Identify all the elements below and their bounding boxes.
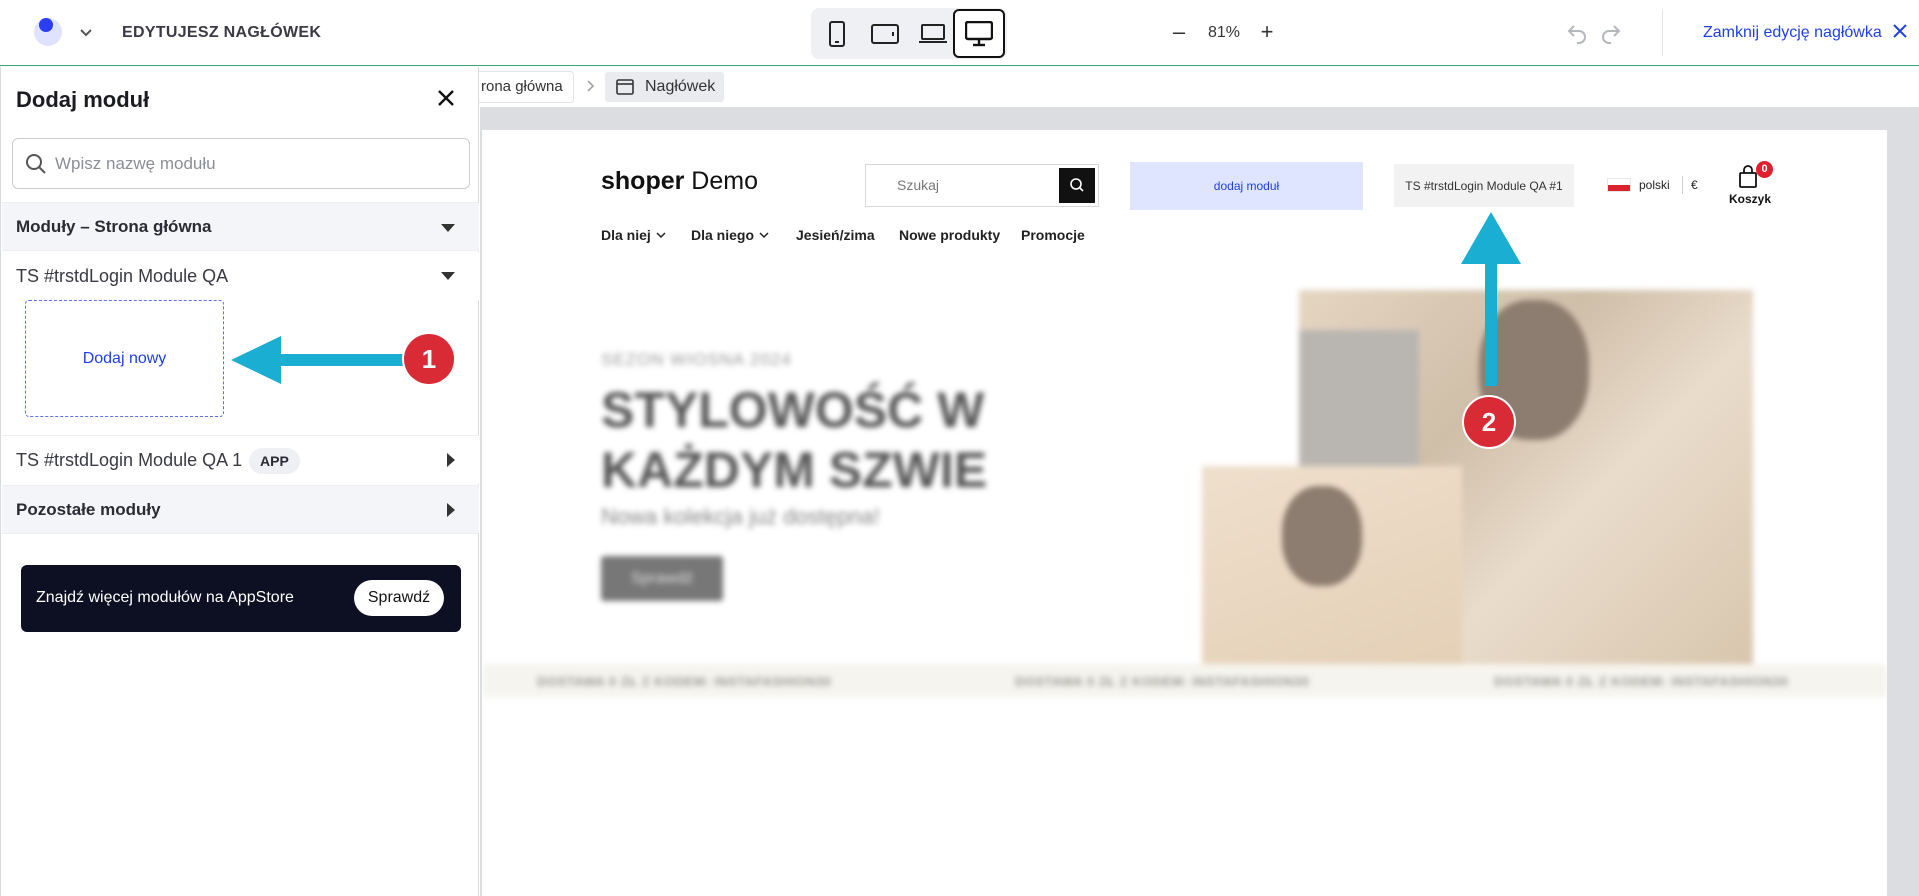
nav-item-jesien-zima[interactable]: Jesień/zima <box>796 227 875 243</box>
hero-button[interactable]: Sprawdź <box>601 556 723 601</box>
annotation-arrow-up-icon <box>1461 212 1521 386</box>
add-new-module-button[interactable]: Dodaj nowy <box>25 300 224 417</box>
mobile-view-button[interactable] <box>815 12 859 55</box>
hero-title: STYLOWOŚĆ W KAŻDYM SZWIE <box>601 382 988 498</box>
breadcrumb: rona główna Nagłówek <box>479 67 1919 107</box>
editor-canvas: shoper Demo Szukaj dodaj moduł TS #trstd… <box>480 107 1919 896</box>
app-badge: APP <box>249 448 300 474</box>
nav-item-promocje[interactable]: Promocje <box>1021 227 1085 243</box>
currency-selector[interactable]: € <box>1691 178 1698 192</box>
group-label: Moduły – Strona główna <box>16 217 212 236</box>
caret-down-icon <box>441 272 455 280</box>
zoom-level: 81% <box>1208 24 1241 41</box>
caret-down-icon <box>441 224 455 232</box>
chevron-down-icon[interactable] <box>78 24 94 40</box>
ticker-text: DOSTAWA 0 ZŁ Z KODEM: INSTAFASHION30 <box>1494 674 1789 689</box>
chevron-down-icon <box>656 232 666 239</box>
ticker-text: DOSTAWA 0 ZŁ Z KODEM: INSTAFASHION30 <box>537 674 832 689</box>
zoom-in-button[interactable]: + <box>1256 20 1278 44</box>
add-new-label: Dodaj nowy <box>82 349 167 367</box>
annotation-step-2: 2 <box>1464 397 1514 447</box>
caret-right-icon <box>447 453 455 467</box>
store-search-placeholder: Szukaj <box>897 177 940 193</box>
add-module-sidebar: Dodaj moduł Moduły – Strona główna TS #t… <box>0 67 479 896</box>
close-icon[interactable] <box>1891 22 1909 40</box>
appstore-check-button[interactable]: Sprawdź <box>354 580 444 616</box>
desktop-view-button[interactable] <box>953 9 1005 58</box>
hero-image-secondary <box>1202 466 1462 678</box>
caret-right-icon <box>447 503 455 517</box>
language-selector[interactable]: polski <box>1639 178 1670 192</box>
laptop-icon <box>919 23 947 43</box>
cart-count-badge: 0 <box>1756 161 1773 178</box>
divider <box>1662 10 1663 56</box>
annotation-step-1: 1 <box>404 334 454 384</box>
tablet-view-button[interactable] <box>863 12 907 55</box>
zoom-out-button[interactable]: – <box>1168 20 1190 44</box>
device-switcher <box>811 8 1007 59</box>
chevron-right-icon <box>587 80 595 92</box>
breadcrumb-current-label: Nagłówek <box>645 78 716 95</box>
hero-subtitle: Nowa kolekcja już dostępna! <box>601 504 880 529</box>
module-label: TS #trstdLogin Module QA 1 <box>16 450 243 470</box>
nav-item-dla-niej[interactable]: Dla niej <box>601 227 667 243</box>
top-bar: EDYTUJESZ NAGŁÓWEK – 81% + Zamknij edycj… <box>0 0 1919 66</box>
app-logo[interactable] <box>34 18 62 46</box>
annotation-arrow-left-icon <box>231 336 419 384</box>
group-label: Pozostałe moduły <box>16 500 161 519</box>
mobile-icon <box>829 20 845 47</box>
divider <box>1682 176 1683 194</box>
cart-button[interactable]: 0 Koszyk <box>1728 161 1773 210</box>
hero-kicker: SEZON WIOSNA 2024 <box>601 350 792 369</box>
close-header-edit-link[interactable]: Zamknij edycję nagłówka <box>1703 24 1882 42</box>
add-module-slot[interactable]: dodaj moduł <box>1130 162 1363 210</box>
promo-ticker: DOSTAWA 0 ZŁ Z KODEM: INSTAFASHION30 DOS… <box>482 664 1887 697</box>
search-input[interactable] <box>55 149 455 179</box>
tablet-icon <box>871 23 899 44</box>
store-search-button[interactable] <box>1059 168 1095 203</box>
group-home-modules[interactable]: Moduły – Strona główna <box>2 202 479 251</box>
sidebar-title: Dodaj moduł <box>16 87 150 112</box>
poland-flag-icon <box>1607 178 1631 192</box>
store-preview[interactable]: shoper Demo Szukaj dodaj moduł TS #trstd… <box>482 130 1887 896</box>
close-icon[interactable] <box>435 87 457 109</box>
module-label: TS #trstdLogin Module QA <box>16 266 229 286</box>
module-item-trstdlogin-1[interactable]: TS #trstdLogin Module QA 1 APP <box>2 436 479 484</box>
module-search <box>12 138 470 189</box>
redo-icon[interactable] <box>1600 22 1622 44</box>
chevron-down-icon <box>759 232 769 239</box>
ticker-text: DOSTAWA 0 ZŁ Z KODEM: INSTAFASHION30 <box>1015 674 1310 689</box>
desktop-icon <box>965 20 993 46</box>
cart-label: Koszyk <box>1728 192 1772 206</box>
search-icon <box>1070 178 1084 192</box>
laptop-view-button[interactable] <box>911 12 955 55</box>
header-layout-icon <box>616 79 634 95</box>
nav-item-dla-niego[interactable]: Dla niego <box>691 227 770 243</box>
appstore-banner: Znajdź więcej modułów na AppStore Sprawd… <box>21 565 461 632</box>
search-icon <box>26 154 46 174</box>
group-other-modules[interactable]: Pozostałe moduły <box>2 485 479 534</box>
module-item-trstdlogin[interactable]: TS #trstdLogin Module QA <box>2 252 479 300</box>
login-module-slot[interactable]: TS #trstdLogin Module QA #1 <box>1394 164 1574 207</box>
store-search[interactable]: Szukaj <box>865 164 1099 207</box>
appstore-text: Znajdź więcej modułów na AppStore <box>36 589 294 606</box>
undo-icon[interactable] <box>1566 22 1588 44</box>
nav-item-nowe-produkty[interactable]: Nowe produkty <box>899 227 1000 243</box>
breadcrumb-current[interactable]: Nagłówek <box>605 72 724 102</box>
editing-label: EDYTUJESZ NAGŁÓWEK <box>122 24 322 41</box>
breadcrumb-home[interactable]: rona główna <box>479 71 574 103</box>
store-logo[interactable]: shoper Demo <box>601 167 758 196</box>
